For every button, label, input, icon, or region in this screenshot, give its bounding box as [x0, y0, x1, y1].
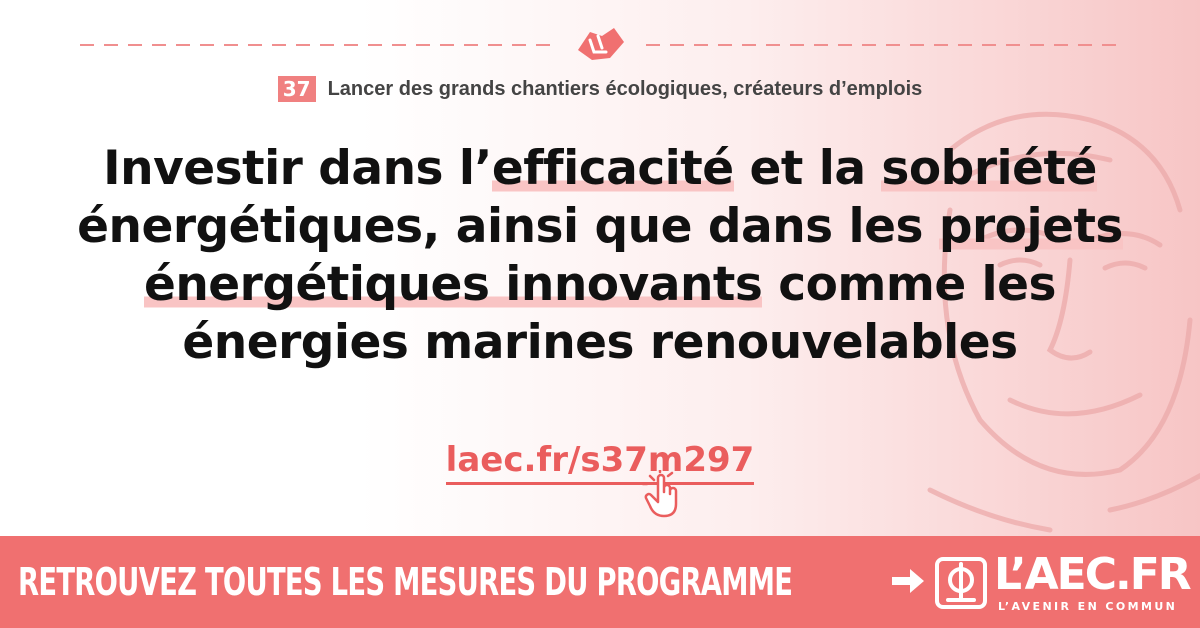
headline: Investir dans l’efficacité et la sobriét…	[60, 140, 1140, 372]
chapter-title: Lancer des grands chantiers écologiques,…	[327, 77, 923, 100]
background: 37 Lancer des grands chantiers écologiqu…	[0, 0, 1200, 536]
brand-name: L’AEC.FR	[994, 549, 1192, 600]
divider-right	[646, 44, 1124, 46]
headline-text: Investir dans l’	[103, 141, 492, 196]
arrow-right-icon	[892, 569, 924, 593]
chapter-number-badge: 37	[277, 76, 316, 102]
phi-logo-icon	[935, 557, 987, 609]
brand-tagline: L’AVENIR EN COMMUN	[998, 600, 1178, 613]
chapter-heading: 37 Lancer des grands chantiers écologiqu…	[0, 76, 1200, 102]
measure-link[interactable]: laec.fr/s37m297	[445, 440, 755, 485]
highlight-sobriete: sobriété	[881, 141, 1097, 196]
highlight-efficacite: efficacité	[491, 141, 734, 196]
divider-left	[80, 44, 560, 46]
headline-text: et la	[733, 141, 882, 196]
handshake-icon	[578, 28, 624, 60]
pointer-hand-icon	[641, 470, 678, 518]
cta-text[interactable]: RETROUVEZ TOUTES LES MESURES DU PROGRAMM…	[18, 558, 793, 606]
link-container: laec.fr/s37m297	[0, 440, 1200, 485]
footer-banner[interactable]: RETROUVEZ TOUTES LES MESURES DU PROGRAMM…	[0, 536, 1200, 628]
headline-text: énergétiques, ainsi que dans les	[77, 199, 939, 254]
